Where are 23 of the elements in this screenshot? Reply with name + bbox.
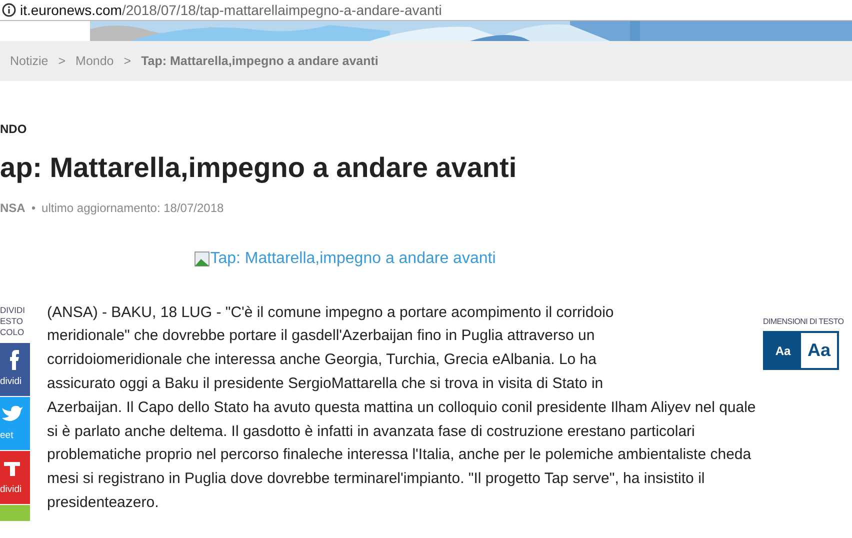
source-label: NSA	[0, 200, 26, 217]
broken-image[interactable]: Tap: Mattarella,impegno a andare avanti	[194, 246, 496, 271]
bullet-icon: •	[31, 198, 36, 217]
text-size-button[interactable]: Aa	[765, 333, 801, 368]
tweet-button[interactable]: eet	[0, 396, 30, 450]
update-date: ultimo aggiornamento: 18/07/2018	[42, 200, 224, 217]
article-title: ap: Mattarella,impegno a andare avanti	[0, 151, 518, 185]
breadcrumb-link[interactable]: Tap: Mattarella,impegno a andare avanti	[141, 52, 378, 70]
share-label: DIVIDI ESTO COLO	[0, 304, 26, 339]
breadcrumb-link[interactable]: Mondo	[76, 52, 114, 70]
text-size-label: DIMENSIONI DI TESTO	[763, 316, 844, 328]
info-icon[interactable]	[2, 3, 16, 17]
facebook-share-button[interactable]: dividi	[0, 342, 30, 396]
address-url[interactable]: it.euronews.com/2018/07/18/tap-mattarellaimpegno-a-andare-avanti	[20, 0, 442, 20]
section-label[interactable]: NDO	[0, 123, 852, 135]
facebook-icon	[10, 350, 19, 370]
bird-icon	[2, 405, 23, 421]
chevron-icon: >	[58, 52, 66, 70]
letter-t-icon	[4, 462, 20, 476]
breadcrumb-link[interactable]: Notizie	[10, 52, 48, 70]
google-share-button[interactable]: dividi	[0, 450, 30, 504]
article-paragraph: (ANSA) - BAKU, 18 LUG - "C'è il comune impegno a portare acompimento il corridoio meridionale" che dovrebbe portare il gasdell'Azerbaijan fino in Puglia attraverso un corridoiomeridionale che interessa anche Georgia, Turchia, Grecia eAlbania. Lo ha assicurato oggi a Baku il presidente SergioMattarella che si trova in visita di Stato in Azerbaijan. Il Capo dello Stato ha avuto questa mattina un colloquio conil presidente Ilham Aliyev nel quale si è parlato anche deltema. Il gasdotto è infatti in avanzata fase di costruzione erestano particolari problematiche proprio nel percorso finaleche interessa l'Italia, anche per le polemiche ambientaliste cheda mesi si registrano in Puglia dove dovrebbe terminarel'impianto. "Il progetto Tap serve", ha insistito il presidenteazero.	[47, 302, 756, 513]
chevron-icon: >	[124, 52, 132, 70]
